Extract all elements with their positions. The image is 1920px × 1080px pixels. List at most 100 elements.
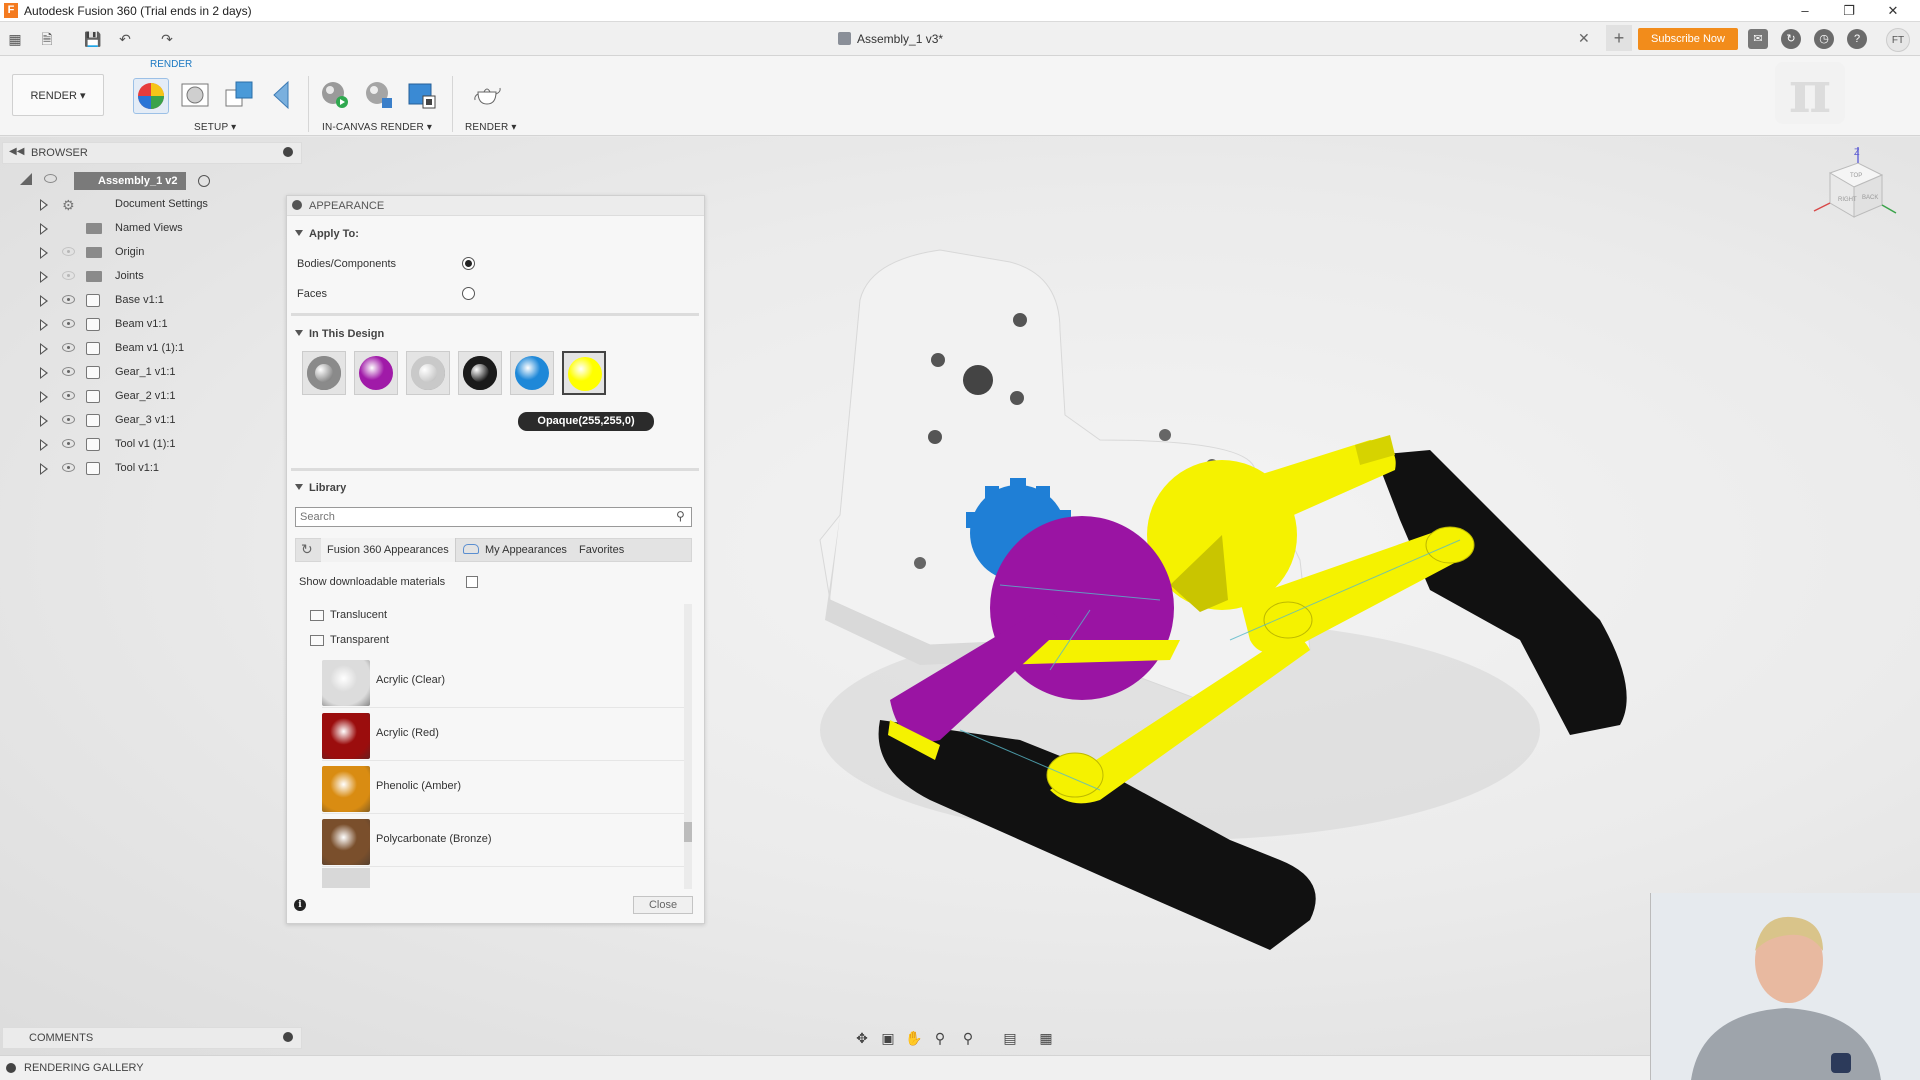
expand-arrow-icon[interactable]	[40, 271, 48, 283]
expand-arrow-icon[interactable]	[40, 439, 48, 451]
appearance-dialog-header[interactable]: APPEARANCE	[287, 196, 704, 216]
pan-hand-icon[interactable]: ✋	[905, 1029, 923, 1047]
visibility-eye-icon[interactable]	[62, 319, 75, 328]
browser-item[interactable]: Named Views	[0, 218, 300, 240]
appearance-tool-button[interactable]	[133, 78, 169, 114]
fit-zoom-icon[interactable]: ⚲	[959, 1029, 977, 1047]
expand-arrow-icon[interactable]	[40, 223, 48, 235]
material-item[interactable]: Phenolic (Amber)	[322, 762, 687, 814]
appearance-swatch-blue[interactable]	[510, 351, 554, 395]
visibility-eye-icon[interactable]	[62, 247, 75, 256]
material-list-scrollbar[interactable]	[684, 604, 692, 889]
redo-icon[interactable]: ↷	[158, 30, 176, 48]
expand-arrow-icon[interactable]	[40, 415, 48, 427]
tab-my-appearances[interactable]: My Appearances	[485, 538, 567, 562]
browser-item[interactable]: ⚙ Document Settings	[0, 194, 300, 216]
look-at-icon[interactable]: ▣	[879, 1029, 897, 1047]
activate-radio-icon[interactable]	[198, 175, 210, 187]
viewcube-right-label[interactable]: RIGHT	[1838, 197, 1857, 203]
show-downloadable-checkbox[interactable]	[466, 576, 478, 588]
expand-arrow-icon[interactable]	[40, 199, 48, 211]
in-canvas-render-button[interactable]	[318, 78, 354, 114]
root-visibility-eye-icon[interactable]	[44, 174, 57, 183]
visibility-eye-icon[interactable]	[62, 343, 75, 352]
restore-icon[interactable]: ❐	[1834, 2, 1864, 20]
in-canvas-settings-button[interactable]	[362, 78, 398, 114]
browser-item[interactable]: Gear_2 v1:1	[0, 386, 300, 408]
browser-panel-header[interactable]: ◀◀ BROWSER	[2, 142, 302, 164]
expand-arrow-icon[interactable]	[40, 463, 48, 475]
texture-map-button[interactable]	[222, 78, 258, 114]
appearance-swatch-yellow[interactable]	[562, 351, 606, 395]
tab-fusion-appearances[interactable]: Fusion 360 Appearances	[321, 538, 456, 562]
browser-item[interactable]: Tool v1:1	[0, 458, 300, 480]
material-item[interactable]: Polycarbonate (Bronze)	[322, 815, 687, 867]
viewcube-top-label[interactable]: TOP	[1850, 173, 1862, 179]
decal-button[interactable]	[264, 78, 300, 114]
pin-panel-icon[interactable]	[283, 147, 293, 157]
capture-image-button[interactable]	[405, 78, 441, 114]
undo-icon[interactable]: ↶	[116, 30, 134, 48]
browser-item[interactable]: Gear_3 v1:1	[0, 410, 300, 432]
material-item[interactable]: Acrylic (Red)	[322, 709, 687, 761]
root-expand-icon[interactable]	[20, 173, 32, 185]
setup-group-label[interactable]: SETUP ▾	[194, 122, 236, 133]
expand-arrow-icon[interactable]	[40, 295, 48, 307]
browser-item[interactable]: Tool v1 (1):1	[0, 434, 300, 456]
expand-arrow-icon[interactable]	[40, 367, 48, 379]
tab-favorites[interactable]: Favorites	[579, 538, 624, 562]
collapse-dialog-icon[interactable]	[292, 200, 302, 210]
expand-arrow-icon[interactable]	[40, 319, 48, 331]
visibility-eye-icon[interactable]	[62, 295, 75, 304]
subscribe-button[interactable]: Subscribe Now	[1638, 28, 1738, 50]
close-button[interactable]: Close	[633, 896, 693, 914]
browser-item[interactable]: Beam v1 (1):1	[0, 338, 300, 360]
expand-arrow-icon[interactable]	[40, 391, 48, 403]
visibility-eye-icon[interactable]	[62, 367, 75, 376]
in-canvas-render-group-label[interactable]: IN-CANVAS RENDER ▾	[322, 122, 432, 133]
help-icon[interactable]: ?	[1847, 29, 1867, 49]
browser-item[interactable]: Base v1:1	[0, 290, 300, 312]
new-tab-plus-icon[interactable]: +	[1606, 25, 1632, 51]
folder-translucent[interactable]: Translucent	[330, 609, 387, 621]
library-heading[interactable]: Library	[295, 482, 346, 494]
collapse-panel-icon[interactable]: ◀◀	[9, 146, 24, 157]
zoom-icon[interactable]: ⚲	[931, 1029, 949, 1047]
visibility-eye-icon[interactable]	[62, 271, 75, 280]
minimize-icon[interactable]: –	[1790, 2, 1820, 20]
browser-item[interactable]: Origin	[0, 242, 300, 264]
browser-item[interactable]: Beam v1:1	[0, 314, 300, 336]
grid-settings-icon[interactable]: ▦	[1037, 1029, 1055, 1047]
file-menu-icon[interactable]: 🗎	[38, 30, 56, 48]
material-item[interactable]: Acrylic (Clear)	[322, 656, 687, 708]
save-icon[interactable]: 💾	[84, 30, 102, 48]
render-group-label[interactable]: RENDER ▾	[465, 122, 517, 133]
add-comment-icon[interactable]	[283, 1032, 293, 1042]
grid-menu-icon[interactable]: ▦	[6, 30, 24, 48]
orbit-icon[interactable]: ✥	[853, 1029, 871, 1047]
scene-settings-button[interactable]	[178, 78, 214, 114]
apply-to-heading[interactable]: Apply To:	[295, 228, 359, 240]
user-avatar[interactable]: FT	[1886, 28, 1910, 52]
appearance-swatch-light-gray[interactable]	[406, 351, 450, 395]
visibility-eye-icon[interactable]	[62, 439, 75, 448]
browser-root-assembly[interactable]: Assembly_1 v2	[74, 172, 186, 190]
notifications-icon[interactable]: ✉	[1748, 29, 1768, 49]
appearance-swatch-black[interactable]	[458, 351, 502, 395]
appearance-swatch-gray-ring[interactable]	[302, 351, 346, 395]
search-icon[interactable]: ⚲	[676, 509, 685, 523]
expand-arrow-icon[interactable]	[40, 247, 48, 259]
library-search-input[interactable]	[295, 507, 692, 527]
visibility-eye-icon[interactable]	[62, 463, 75, 472]
render-button[interactable]	[470, 78, 506, 114]
tab-close-icon[interactable]: ✕	[1578, 30, 1590, 47]
in-this-design-heading[interactable]: In This Design	[295, 328, 384, 340]
appearance-swatch-purple[interactable]	[354, 351, 398, 395]
visibility-eye-icon[interactable]	[62, 415, 75, 424]
refresh-icon[interactable]: ↻	[301, 541, 313, 558]
scrollbar-thumb[interactable]	[684, 822, 692, 842]
folder-transparent[interactable]: Transparent	[330, 634, 389, 646]
viewcube[interactable]: Z TOP RIGHT BACK	[1800, 145, 1900, 240]
close-window-icon[interactable]: ✕	[1878, 2, 1908, 20]
workspace-switcher-button[interactable]: RENDER ▾	[12, 74, 104, 116]
